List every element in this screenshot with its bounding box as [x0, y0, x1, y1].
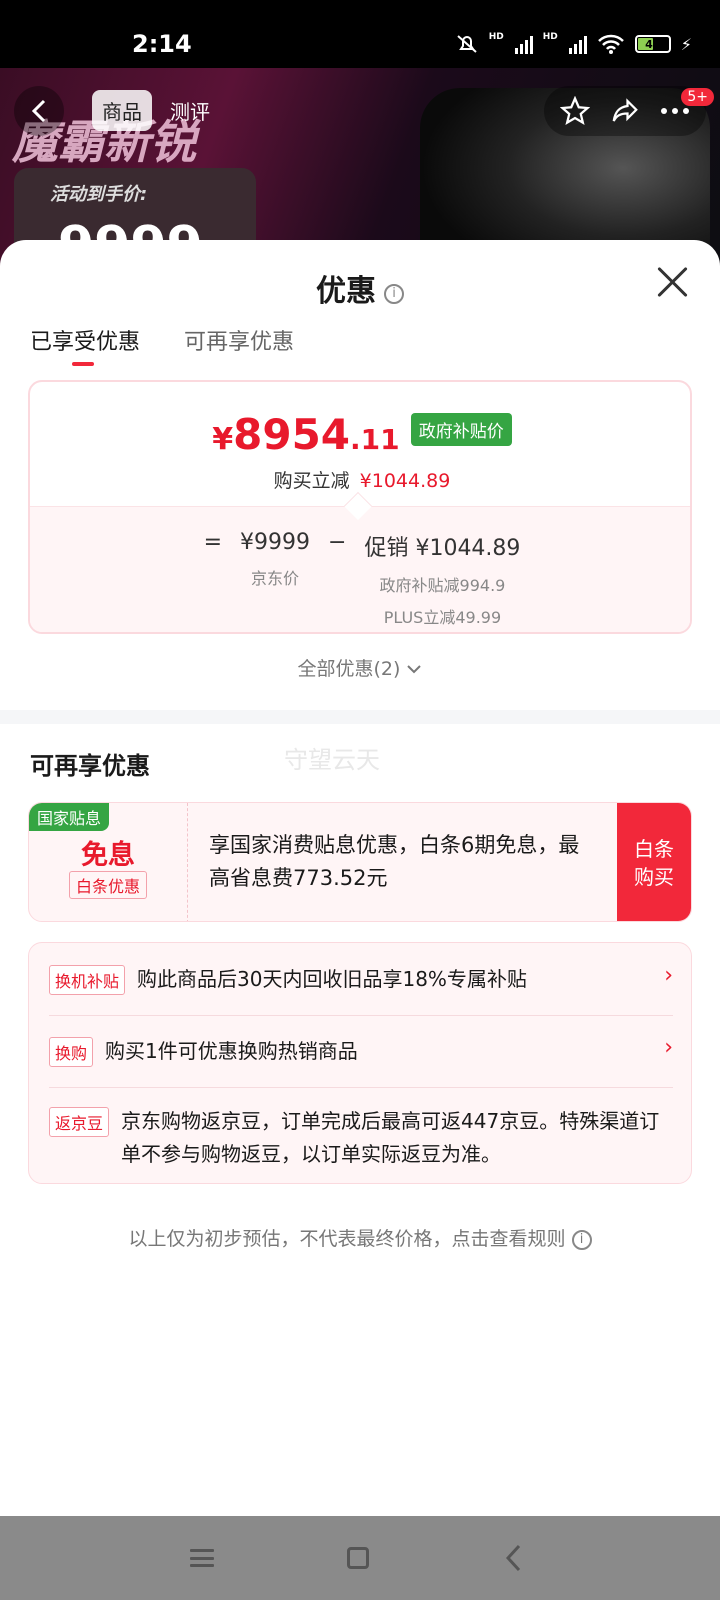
status-bar: 2:14 HD HD 49 ⚡: [0, 0, 720, 68]
close-button[interactable]: [652, 262, 692, 302]
jingdou-tag: 返京豆: [49, 1107, 110, 1137]
promo-col: 促销 ¥1044.89 政府补贴减994.9 PLUS立减49.99: [364, 530, 520, 628]
mute-bell-icon: [457, 35, 477, 53]
reduce-label: 购买立减: [273, 470, 350, 492]
national-subsidy-tag: 国家贴息: [29, 803, 110, 831]
signal-icon: [514, 34, 533, 54]
star-icon: [560, 96, 590, 125]
battery-level: 49: [645, 37, 661, 51]
sheet-title: 优惠: [316, 274, 376, 309]
gov-subsidy-detail: 政府补贴减994.9: [379, 576, 506, 595]
back-button[interactable]: [14, 86, 64, 136]
promo-total: 促销 ¥1044.89: [364, 536, 521, 561]
list-item-exchange[interactable]: 换购 购买1件可优惠换购热销商品 ›: [49, 1035, 673, 1068]
reduce-value: ¥1044.89: [359, 470, 451, 492]
formula-equals-col: =: [204, 530, 222, 628]
interest-separator: [187, 803, 188, 921]
home-icon: [347, 1547, 369, 1569]
disclaimer[interactable]: 以上仅为初步预估，不代表最终价格，点击查看规则 i: [0, 1224, 720, 1251]
list-item-jingdou: 返京豆 京东购物返京豆，订单完成后最高可返447京豆。特殊渠道订单不参与购物返豆…: [49, 1105, 673, 1171]
chevron-right-icon: ›: [664, 1035, 673, 1060]
sheet-title-wrap: 优惠 i: [0, 266, 720, 310]
signal-icon-2: [568, 34, 587, 54]
baitiao-buy-button[interactable]: 白条购买: [617, 803, 691, 921]
baitiao-tag: 白条优惠: [69, 871, 148, 899]
price-formula: = ¥9999 京东价 − 促销 ¥1044.89 政府补贴减994.9 PLU…: [30, 530, 690, 628]
discount-tabs: 已享受优惠 可再享优惠: [30, 324, 294, 366]
info-icon[interactable]: i: [384, 284, 404, 304]
more-offers-card: 换机补贴 购此商品后30天内回收旧品享18%专属补贴 › 换购 购买1件可优惠换…: [28, 942, 692, 1184]
interest-free-card: 国家贴息 免息 白条优惠 享国家消费贴息优惠，白条6期免息，最高省息费773.5…: [28, 802, 692, 922]
banner-price-label: 活动到手价:: [50, 184, 148, 205]
message-badge: 5+: [681, 88, 714, 106]
jd-price-col: ¥9999 京东价: [240, 530, 310, 628]
section-divider: [0, 710, 720, 724]
plus-detail: PLUS立减49.99: [383, 608, 502, 627]
discount-sheet: 优惠 i 已享受优惠 可再享优惠 ¥8954.11 政府补贴价 购买立减 ¥1044…: [0, 240, 720, 1516]
exchange-text: 购买1件可优惠换购热销商品: [105, 1039, 358, 1063]
hd-label: HD: [488, 32, 504, 42]
list-item-trade-in[interactable]: 换机补贴 购此商品后30天内回收旧品享18%专属补贴 ›: [49, 963, 673, 996]
chevron-left-icon: [31, 99, 46, 123]
price-decimal: .11: [350, 423, 400, 456]
jd-price: ¥9999: [240, 530, 311, 555]
home-button[interactable]: [338, 1540, 378, 1576]
formula-minus-col: −: [328, 530, 346, 628]
status-time: 2:14: [132, 30, 192, 58]
interest-description: 享国家消费贴息优惠，白条6期免息，最高省息费773.52元: [209, 833, 580, 890]
status-icons: HD HD 49 ⚡: [455, 32, 692, 56]
back-icon: [505, 1544, 521, 1572]
interest-free-title: 免息: [81, 840, 135, 871]
chevron-right-icon: ›: [664, 963, 673, 988]
section-title: 可再享优惠: [30, 752, 150, 780]
system-nav-bar: [0, 1516, 720, 1600]
exchange-tag: 换购: [49, 1037, 94, 1067]
share-icon: [612, 98, 638, 122]
tab-enjoyed[interactable]: 已享受优惠: [30, 324, 140, 366]
all-discounts-link[interactable]: 全部优惠(2): [0, 654, 720, 681]
charging-icon: ⚡: [680, 34, 692, 54]
jd-price-label: 京东价: [251, 569, 300, 588]
currency-symbol: ¥: [212, 422, 234, 457]
product-nav-tabs: 商品 测评: [92, 90, 220, 131]
jingdou-text: 京东购物返京豆，订单完成后最高可返447京豆。特殊渠道订单不参与购物返豆，以订单…: [121, 1109, 660, 1166]
equals-sign: =: [203, 530, 223, 555]
final-price: ¥8954.11 政府补贴价: [30, 410, 690, 459]
wifi-icon: [597, 34, 624, 54]
price-card: ¥8954.11 政府补贴价 购买立减 ¥1044.89 = ¥9999 京东价 …: [28, 380, 692, 634]
favorite-button[interactable]: [550, 86, 600, 136]
minus-sign: −: [328, 530, 347, 555]
chevron-down-icon: [407, 665, 422, 674]
tab-product[interactable]: 商品: [92, 90, 152, 131]
menu-icon: [190, 1549, 214, 1567]
recent-apps-button[interactable]: [182, 1540, 222, 1576]
gov-subsidy-tag: 政府补贴价: [410, 413, 512, 446]
tab-review[interactable]: 测评: [160, 90, 220, 131]
row-divider: [49, 1087, 673, 1088]
row-divider: [49, 1015, 673, 1016]
disclaimer-text: 以上仅为初步预估，不代表最终价格，点击查看规则: [128, 1228, 566, 1250]
more-dots-icon: [661, 108, 689, 114]
info-icon: i: [571, 1230, 592, 1250]
trade-in-text: 购此商品后30天内回收旧品享18%专属补贴: [137, 967, 527, 991]
battery-icon: 49: [634, 35, 671, 53]
tab-available[interactable]: 可再享优惠: [184, 324, 294, 356]
trade-in-tag: 换机补贴: [49, 965, 126, 995]
hd-label-2: HD: [542, 32, 558, 42]
price-integer: 8954: [233, 410, 351, 459]
reduce-line: 购买立减 ¥1044.89: [30, 466, 690, 493]
watermark: 守望云天: [284, 746, 380, 774]
share-button[interactable]: [600, 86, 650, 136]
system-back-button[interactable]: [494, 1540, 534, 1576]
all-discounts-label: 全部优惠(2): [297, 658, 401, 680]
